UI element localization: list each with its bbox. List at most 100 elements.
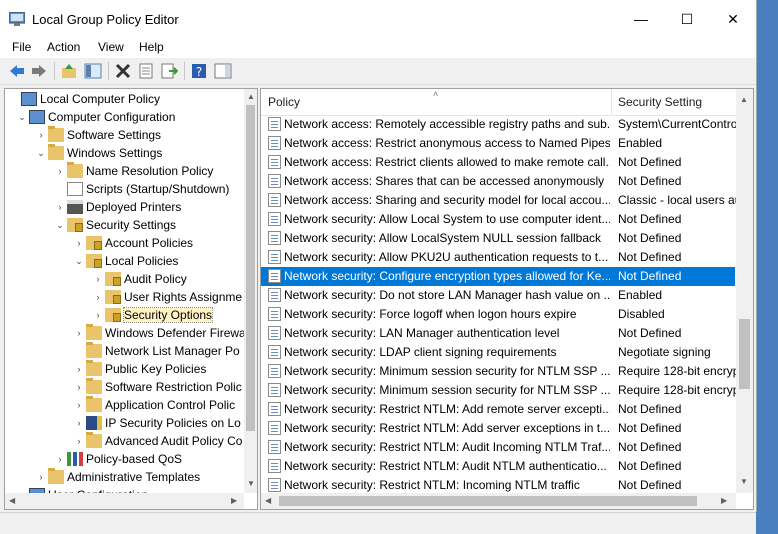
- policy-row[interactable]: Network security: LDAP client signing re…: [261, 343, 735, 362]
- policy-row[interactable]: Network security: Restrict NTLM: Audit I…: [261, 438, 735, 457]
- tree-node[interactable]: Network List Manager Po: [72, 342, 240, 360]
- list-hscroll-thumb[interactable]: [279, 496, 697, 506]
- tree-node[interactable]: › Policy-based QoS: [53, 450, 182, 468]
- expand-chevron-icon[interactable]: ›: [72, 360, 86, 378]
- policy-row[interactable]: Network security: Force logoff when logo…: [261, 305, 735, 324]
- policy-row[interactable]: Network security: Allow LocalSystem NULL…: [261, 229, 735, 248]
- tree-horizontal-scrollbar[interactable]: ◀ ▶: [5, 493, 244, 509]
- collapse-chevron-icon[interactable]: ⌄: [72, 252, 86, 270]
- menu-view[interactable]: View: [98, 40, 124, 54]
- tree-node[interactable]: › Software Settings: [34, 126, 161, 144]
- title-bar[interactable]: Local Group Policy Editor — ☐ ✕: [0, 0, 756, 38]
- tree-node[interactable]: › Advanced Audit Policy Co: [72, 432, 242, 450]
- folder-icon: [86, 342, 102, 358]
- tree-node-label: User Rights Assignme: [124, 290, 243, 304]
- printer-icon: [67, 200, 83, 214]
- menu-action[interactable]: Action: [47, 40, 80, 54]
- policy-row[interactable]: Network security: Configure encryption t…: [261, 267, 735, 286]
- tree-node-label: Software Restriction Polic: [105, 380, 242, 394]
- show-hide-tree-icon[interactable]: [84, 62, 102, 80]
- expand-chevron-icon[interactable]: ›: [72, 396, 86, 414]
- policy-row[interactable]: Network security: Allow Local System to …: [261, 210, 735, 229]
- tree-node[interactable]: › Application Control Polic: [72, 396, 235, 414]
- menu-help[interactable]: Help: [139, 40, 164, 54]
- column-header-security-setting[interactable]: Security Setting: [612, 89, 736, 116]
- expand-chevron-icon[interactable]: ›: [72, 432, 86, 450]
- close-button[interactable]: ✕: [710, 0, 756, 38]
- collapse-chevron-icon[interactable]: ⌄: [34, 144, 48, 162]
- action-pane-icon[interactable]: [214, 62, 232, 80]
- policy-row[interactable]: Network security: Restrict NTLM: Add ser…: [261, 419, 735, 438]
- policy-setting: Not Defined: [618, 155, 682, 169]
- expand-chevron-icon[interactable]: ›: [72, 414, 86, 432]
- policy-row[interactable]: Network security: Restrict NTLM: Add rem…: [261, 400, 735, 419]
- policy-row[interactable]: Network security: Minimum session securi…: [261, 362, 738, 381]
- policy-row[interactable]: Network security: Do not store LAN Manag…: [261, 286, 735, 305]
- tree-node[interactable]: › Administrative Templates: [34, 468, 200, 486]
- tree-node[interactable]: › IP Security Policies on Lo: [72, 414, 241, 432]
- expand-chevron-icon[interactable]: ›: [72, 324, 86, 342]
- tree-node[interactable]: ⌄ Computer Configuration: [15, 108, 175, 126]
- tree-node-label: Administrative Templates: [67, 470, 201, 484]
- list-vertical-scrollbar[interactable]: ▲ ▼: [736, 89, 753, 493]
- tree-node[interactable]: Scripts (Startup/Shutdown): [53, 180, 229, 198]
- expand-chevron-icon[interactable]: ›: [91, 306, 105, 324]
- tree-node[interactable]: › Audit Policy: [91, 270, 187, 288]
- export-list-icon[interactable]: [160, 62, 178, 80]
- policy-row[interactable]: Network access: Shares that can be acces…: [261, 172, 735, 191]
- policy-row[interactable]: Network access: Remotely accessible regi…: [261, 115, 738, 134]
- tree-node[interactable]: › Software Restriction Polic: [72, 378, 242, 396]
- back-arrow-icon[interactable]: [8, 62, 26, 80]
- tree-node[interactable]: ⌄ Security Settings: [53, 216, 176, 234]
- column-header-policy[interactable]: Policy ˄: [261, 89, 611, 116]
- expand-chevron-icon[interactable]: ›: [91, 270, 105, 288]
- policy-row[interactable]: Network security: Minimum session securi…: [261, 381, 738, 400]
- policy-row[interactable]: Network security: Allow PKU2U authentica…: [261, 248, 735, 267]
- minimize-button[interactable]: —: [618, 0, 664, 38]
- policy-row[interactable]: Network access: Restrict anonymous acces…: [261, 134, 735, 153]
- list-horizontal-scrollbar[interactable]: ◀ ▶: [261, 493, 736, 509]
- expand-chevron-icon[interactable]: ›: [53, 162, 67, 180]
- expand-chevron-icon[interactable]: ›: [72, 234, 86, 252]
- tree-node[interactable]: › Windows Defender Firewa: [72, 324, 246, 342]
- folder-icon: [86, 360, 102, 376]
- tree-node[interactable]: › Name Resolution Policy: [53, 162, 213, 180]
- gpedit-app-icon: [9, 12, 25, 26]
- expand-chevron-icon[interactable]: ›: [34, 126, 48, 144]
- policy-icon: [268, 250, 281, 264]
- security-folder-icon: [105, 272, 121, 286]
- tree-node[interactable]: › Public Key Policies: [72, 360, 206, 378]
- policy-setting: Require 128-bit encryp: [618, 364, 738, 378]
- expand-chevron-icon[interactable]: ›: [91, 288, 105, 306]
- tree-node[interactable]: › Deployed Printers: [53, 198, 181, 216]
- tree-node[interactable]: › User Rights Assignme: [91, 288, 242, 306]
- policy-row[interactable]: Network security: Restrict NTLM: Audit N…: [261, 457, 735, 476]
- expand-chevron-icon[interactable]: ›: [34, 468, 48, 486]
- policy-row[interactable]: Network security: LAN Manager authentica…: [261, 324, 735, 343]
- help-icon[interactable]: ?: [190, 62, 208, 80]
- collapse-chevron-icon[interactable]: ⌄: [53, 216, 67, 234]
- tree-node[interactable]: › Account Policies: [72, 234, 193, 252]
- tree-node[interactable]: ⌄ Windows Settings: [34, 144, 162, 162]
- list-scroll-thumb[interactable]: [739, 319, 750, 389]
- tree-node-label: Windows Defender Firewa: [105, 326, 246, 340]
- forward-arrow-icon[interactable]: [30, 62, 48, 80]
- tree-vertical-scrollbar[interactable]: ▲ ▼: [244, 89, 257, 493]
- tree-node[interactable]: Local Computer Policy: [7, 90, 160, 108]
- tree-node-label: Local Computer Policy: [40, 92, 161, 106]
- properties-icon[interactable]: [137, 62, 155, 80]
- policy-row[interactable]: Network access: Restrict clients allowed…: [261, 153, 735, 172]
- tree-scroll-thumb[interactable]: [246, 105, 255, 431]
- delete-icon[interactable]: [114, 62, 132, 80]
- collapse-chevron-icon[interactable]: ⌄: [15, 108, 29, 126]
- maximize-button[interactable]: ☐: [664, 0, 710, 38]
- expand-chevron-icon[interactable]: ›: [72, 378, 86, 396]
- expand-chevron-icon[interactable]: ›: [53, 450, 67, 468]
- policy-setting: Not Defined: [618, 440, 682, 454]
- tree-node[interactable]: › Security Options: [91, 306, 214, 324]
- menu-file[interactable]: File: [12, 40, 31, 54]
- policy-row[interactable]: Network access: Sharing and security mod…: [261, 191, 738, 210]
- expand-chevron-icon[interactable]: ›: [53, 198, 67, 216]
- tree-node[interactable]: ⌄ Local Policies: [72, 252, 178, 270]
- up-folder-icon[interactable]: [60, 62, 78, 80]
